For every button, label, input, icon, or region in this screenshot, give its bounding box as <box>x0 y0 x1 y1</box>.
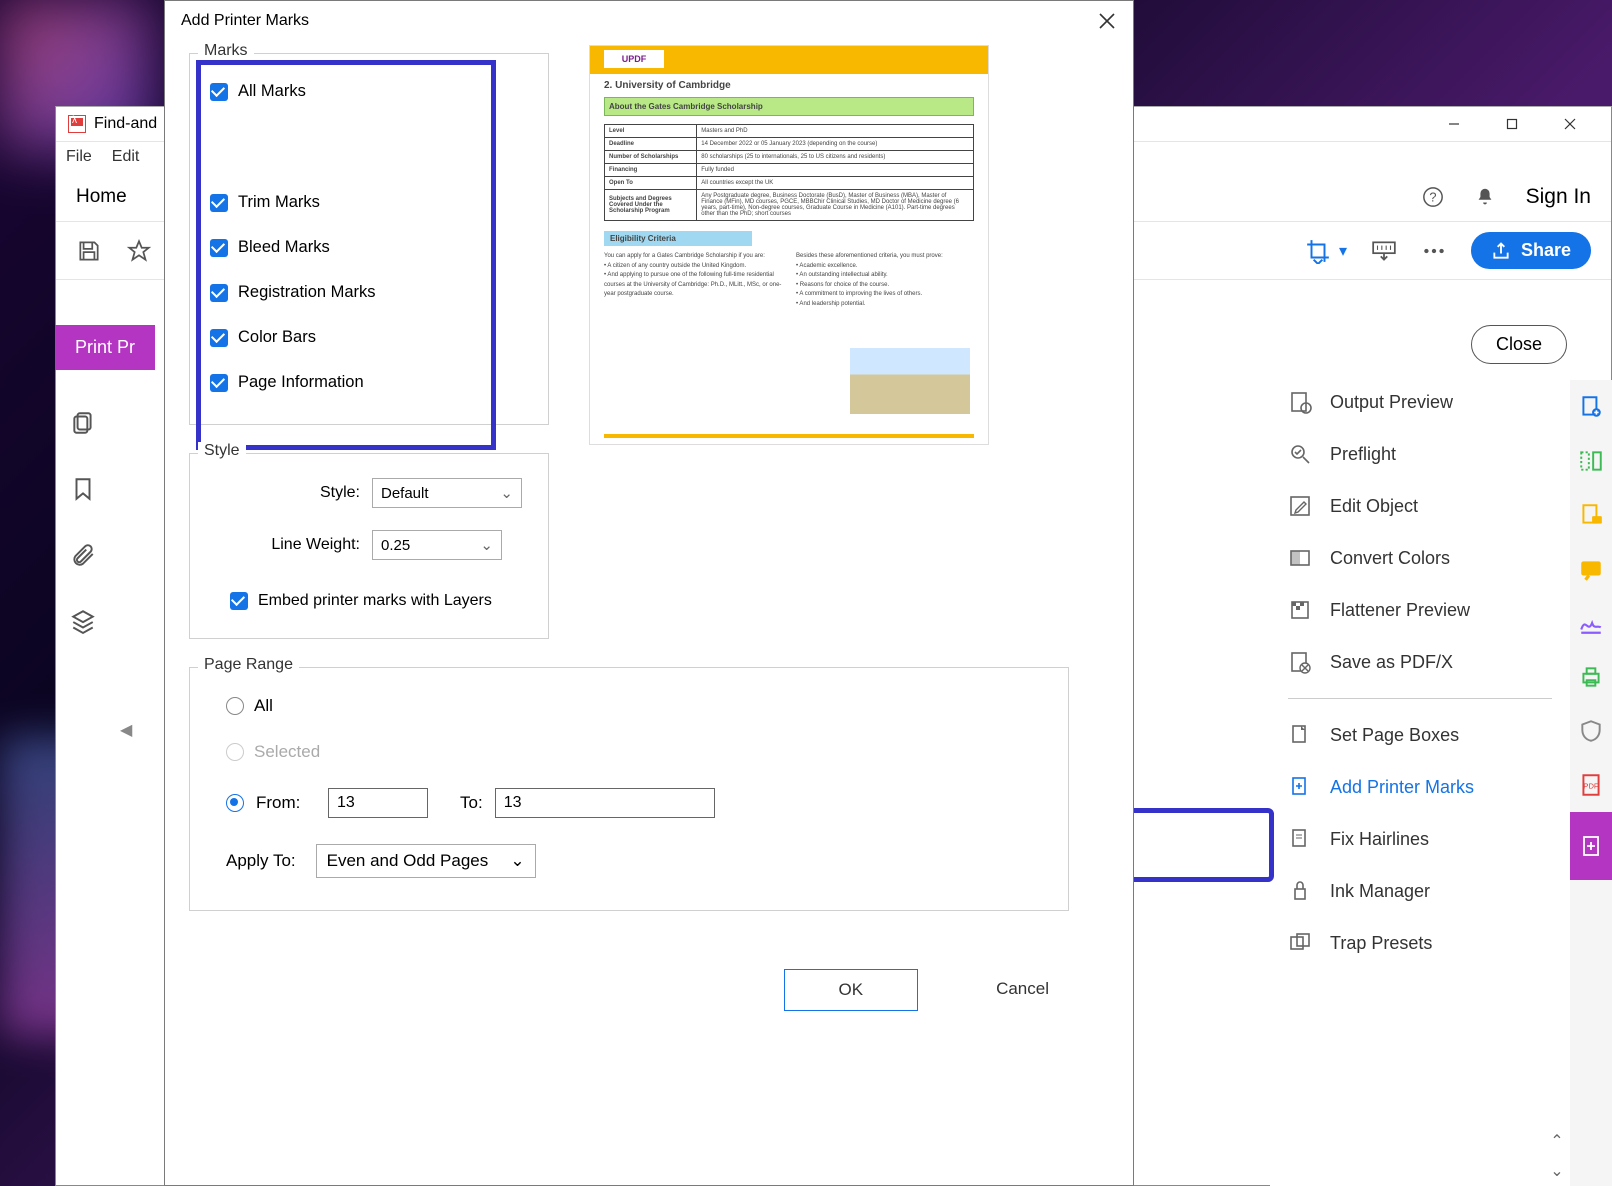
star-icon[interactable] <box>126 238 152 264</box>
pdf-red-icon[interactable]: PDF <box>1578 772 1604 798</box>
edit-object-item[interactable]: Edit Object <box>1270 480 1570 532</box>
crop-save-icon[interactable] <box>1305 238 1331 264</box>
preflight-item[interactable]: Preflight <box>1270 428 1570 480</box>
checkbox-icon <box>210 374 228 392</box>
preview-photo <box>850 348 970 414</box>
from-input[interactable] <box>328 788 428 818</box>
all-marks-checkbox[interactable]: All Marks <box>210 82 470 101</box>
style-fieldset: Style Style: Default⌄ Line Weight: 0.25⌄… <box>189 453 549 639</box>
trap-presets-item[interactable]: Trap Presets <box>1270 917 1570 969</box>
preview-logo: UPDF <box>604 50 664 68</box>
maximize-button[interactable] <box>1483 108 1541 141</box>
preview-eligibility: Eligibility Criteria <box>604 231 752 246</box>
convert-colors-item[interactable]: Convert Colors <box>1270 532 1570 584</box>
preview-table: LevelMasters and PhD Deadline14 December… <box>604 124 974 221</box>
color-bars-checkbox[interactable]: Color Bars <box>210 328 470 347</box>
registration-marks-checkbox[interactable]: Registration Marks <box>210 283 470 302</box>
share-label: Share <box>1521 240 1571 261</box>
minimize-button[interactable] <box>1425 108 1483 141</box>
trim-marks-checkbox[interactable]: Trim Marks <box>210 193 470 212</box>
close-panel-button[interactable]: Close <box>1471 325 1567 364</box>
add-printer-marks-dialog: Add Printer Marks Marks All Marks Trim M… <box>164 0 1134 1186</box>
close-dialog-button[interactable] <box>1097 11 1117 31</box>
pages-icon[interactable] <box>70 410 96 436</box>
preview-heading: 2. University of Cambridge <box>604 80 974 91</box>
dialog-title: Add Printer Marks <box>181 12 309 30</box>
checkbox-icon <box>210 83 228 101</box>
radio-icon <box>226 697 244 715</box>
collapse-left-icon[interactable]: ◀ <box>120 720 132 740</box>
embed-checkbox[interactable]: Embed printer marks with Layers <box>230 592 522 610</box>
checkbox-icon <box>210 284 228 302</box>
from-label: From: <box>256 793 316 813</box>
ok-button[interactable]: OK <box>784 969 919 1011</box>
save-icon[interactable] <box>76 238 102 264</box>
left-nav <box>55 390 110 634</box>
page-preview: UPDF 2. University of Cambridge About th… <box>589 45 989 453</box>
apply-to-label: Apply To: <box>226 851 296 871</box>
window-title: Find-and <box>94 115 157 133</box>
sign-icon[interactable] <box>1578 610 1604 636</box>
output-preview-item[interactable]: Output Preview <box>1270 376 1570 428</box>
export-pdf-icon[interactable] <box>1578 394 1604 420</box>
preview-about: About the Gates Cambridge Scholarship <box>604 97 974 116</box>
bleed-marks-checkbox[interactable]: Bleed Marks <box>210 238 470 257</box>
marks-legend: Marks <box>198 42 254 60</box>
set-page-boxes-item[interactable]: Set Page Boxes <box>1270 709 1570 761</box>
page-range-legend: Page Range <box>198 656 299 674</box>
keyboard-icon[interactable] <box>1371 238 1397 264</box>
sticky-note-icon[interactable] <box>1578 556 1604 582</box>
page-info-checkbox[interactable]: Page Information <box>210 373 470 392</box>
page-range-fieldset: Page Range All Selected From: To: Apply … <box>189 667 1069 911</box>
line-weight-select[interactable]: 0.25⌄ <box>372 530 502 560</box>
checkbox-icon <box>210 329 228 347</box>
scroll-arrows[interactable]: ⌃⌄ <box>1544 1126 1570 1186</box>
radio-icon <box>226 743 244 761</box>
to-label: To: <box>460 793 483 813</box>
layers-icon[interactable] <box>70 608 96 634</box>
comment-pdf-icon[interactable] <box>1578 502 1604 528</box>
apply-to-select[interactable]: Even and Odd Pages⌄ <box>316 844 536 878</box>
checkbox-icon <box>230 592 248 610</box>
style-legend: Style <box>198 442 246 460</box>
checkbox-icon <box>210 194 228 212</box>
close-window-button[interactable] <box>1541 108 1599 141</box>
home-button[interactable]: Home <box>76 186 127 208</box>
flattener-preview-item[interactable]: Flattener Preview <box>1270 584 1570 636</box>
sign-in-button[interactable]: Sign In <box>1526 185 1591 209</box>
svg-text:?: ? <box>1429 189 1436 204</box>
right-tools-panel: Output Preview Preflight Edit Object Con… <box>1270 370 1570 1186</box>
style-label: Style: <box>240 484 360 502</box>
more-icon[interactable] <box>1421 238 1447 264</box>
pdf-file-icon <box>68 115 86 133</box>
help-icon[interactable]: ? <box>1422 186 1444 208</box>
selected-radio: Selected <box>226 742 1032 762</box>
svg-text:PDF: PDF <box>1583 781 1599 790</box>
attachment-icon[interactable] <box>70 542 96 568</box>
cancel-button[interactable]: Cancel <box>942 969 1103 1011</box>
shield-icon[interactable] <box>1578 718 1604 744</box>
bookmark-icon[interactable] <box>70 476 96 502</box>
checkbox-icon <box>210 239 228 257</box>
bell-icon[interactable] <box>1474 186 1496 208</box>
menu-edit[interactable]: Edit <box>112 148 140 166</box>
print-green-icon[interactable] <box>1578 664 1604 690</box>
active-tab[interactable]: Print Pr <box>55 325 155 370</box>
print-production-active-icon[interactable] <box>1570 812 1612 880</box>
to-input[interactable] <box>495 788 715 818</box>
save-pdfx-item[interactable]: Save as PDF/X <box>1270 636 1570 688</box>
style-select[interactable]: Default⌄ <box>372 478 522 508</box>
all-radio[interactable]: All <box>226 696 1032 716</box>
add-printer-marks-item[interactable]: Add Printer Marks <box>1270 761 1570 813</box>
from-radio[interactable] <box>226 794 244 812</box>
fix-hairlines-item[interactable]: Fix Hairlines <box>1270 813 1570 865</box>
share-button[interactable]: Share <box>1471 232 1591 269</box>
menu-file[interactable]: File <box>66 148 92 166</box>
far-right-toolbar: PDF <box>1570 380 1612 1186</box>
ink-manager-item[interactable]: Ink Manager <box>1270 865 1570 917</box>
marks-fieldset: Marks All Marks Trim Marks Bleed Marks R… <box>189 53 549 425</box>
organize-icon[interactable] <box>1578 448 1604 474</box>
line-weight-label: Line Weight: <box>240 536 360 554</box>
